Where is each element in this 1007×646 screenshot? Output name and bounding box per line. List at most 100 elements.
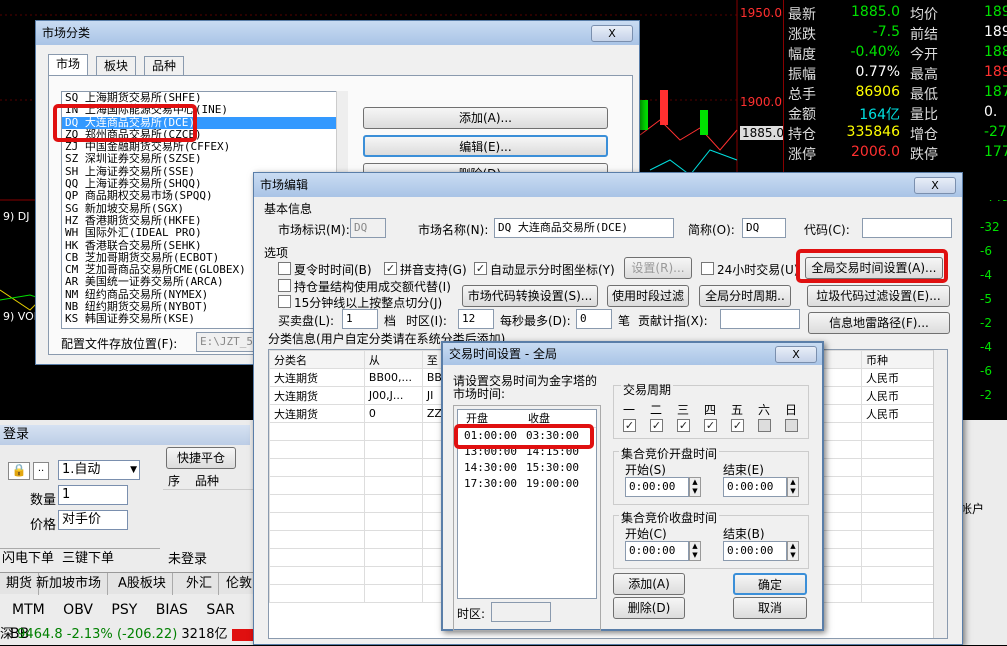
quote-panel: 最新 1885.0 均价 1891 涨跌 -7.5 前结 1892 幅度 -0.40% 今开 1888… xyxy=(783,0,1007,200)
tab-market[interactable]: 市场 xyxy=(48,54,89,75)
session-add-button[interactable]: 添加(A) xyxy=(613,573,685,595)
close-icon[interactable]: X xyxy=(591,25,633,42)
market-id-input[interactable]: DQ xyxy=(350,218,386,238)
list-item[interactable]: SZ 深圳证券交易所(SZSE) xyxy=(62,153,347,166)
class-table-scrollbar[interactable] xyxy=(933,350,947,638)
indicator-mtm[interactable]: MTM xyxy=(12,602,45,618)
auction-close-start-input[interactable]: 0:00:00 xyxy=(625,541,689,561)
market-name-label: 市场名称(N): xyxy=(418,223,489,237)
tab-flash-order[interactable]: 闪电下单 xyxy=(2,551,54,566)
quote-label: 最新 xyxy=(788,7,816,23)
quote-label-2: 量比 xyxy=(910,107,938,123)
day-checkbox[interactable] xyxy=(758,419,771,432)
auction-close-end-input[interactable]: 0:00:00 xyxy=(723,541,787,561)
day-checkbox[interactable]: ✓ xyxy=(731,419,744,432)
col-class-name[interactable]: 分类名 xyxy=(269,350,365,369)
config-path-input[interactable]: E:\JZT_51 xyxy=(196,332,256,352)
quote-value-2: 1888 xyxy=(984,44,1007,60)
session-delete-button[interactable]: 删除(D) xyxy=(613,597,685,619)
buysell-input[interactable]: 1 xyxy=(342,309,378,329)
quote-row: 涨停 2006.0 跌停 1779 xyxy=(788,144,1007,164)
session-open: 17:30:00 xyxy=(464,477,517,490)
add-button[interactable]: 添加(A)... xyxy=(363,107,608,129)
status-index-change: -2.13% xyxy=(66,627,113,642)
day-checkbox[interactable] xyxy=(785,419,798,432)
indicator-bias[interactable]: BIAS xyxy=(156,602,188,618)
session-row[interactable]: 14:30:00 15:30:00 xyxy=(458,460,596,476)
auto-coord-label: 自动显示分时图坐标(Y) xyxy=(490,263,615,277)
market-code-convert-button[interactable]: 市场代码转换设置(S)... xyxy=(462,285,598,307)
quote-label-2: 跌停 xyxy=(910,147,938,163)
contrib-input[interactable] xyxy=(720,309,800,329)
quote-label-2: 最低 xyxy=(910,87,938,103)
k15-checkbox[interactable] xyxy=(278,295,291,308)
indicator-psy[interactable]: PSY xyxy=(111,602,137,618)
short-name-label: 简称(O): xyxy=(688,223,735,237)
short-name-input[interactable]: DQ xyxy=(742,218,786,238)
tab-variety[interactable]: 品种 xyxy=(144,56,185,75)
auction-open-start-input[interactable]: 0:00:00 xyxy=(625,477,689,497)
qty-input[interactable]: 1 xyxy=(58,485,128,505)
order-mode-select[interactable]: 1.自动 ▼ xyxy=(58,460,140,480)
indicator-sar[interactable]: SAR xyxy=(206,602,234,618)
pinyin-checkbox[interactable]: ✓ xyxy=(384,262,397,275)
tab-a-share[interactable]: A股板块 xyxy=(112,573,173,595)
col-from[interactable]: 从 xyxy=(363,350,423,369)
edit-button[interactable]: 编辑(E)... xyxy=(363,135,608,157)
summer-time-checkbox[interactable] xyxy=(278,262,291,275)
use-period-filter-button[interactable]: 使用时段过滤 xyxy=(607,285,689,307)
close-icon[interactable]: X xyxy=(914,177,956,194)
market-name-input[interactable]: DQ 大连商品交易所(DCE) xyxy=(494,218,674,238)
quick-close-button[interactable]: 快捷平仓 xyxy=(166,447,236,469)
session-row[interactable]: 17:30:00 19:00:00 xyxy=(458,476,596,492)
quote-row: 幅度 -0.40% 今开 1888 xyxy=(788,44,1007,64)
tab-sector[interactable]: 板块 xyxy=(96,56,137,75)
tab-three-key[interactable]: 三键下单 xyxy=(62,551,114,566)
table-cell xyxy=(363,440,423,459)
more-button[interactable]: .. xyxy=(33,462,49,480)
hold-struct-label: 持仓量结构使用成交额代替(I) xyxy=(294,280,451,294)
max-per-sec-input[interactable]: 0 xyxy=(576,309,612,329)
tab-forex[interactable]: 外汇 xyxy=(180,573,220,595)
table-cell: BB00,... xyxy=(363,368,423,387)
auction-close-start-label: 开始(C) xyxy=(625,527,667,541)
quote-value-2: 1779 xyxy=(984,144,1007,160)
tab-singapore[interactable]: 新加坡市场 xyxy=(30,573,109,595)
spinner-icon[interactable]: ▲ ▼ xyxy=(787,477,799,497)
day-checkbox[interactable]: ✓ xyxy=(623,419,636,432)
timezone-input[interactable]: 12 xyxy=(458,309,494,329)
price-label-1900: 1900.0 xyxy=(740,95,782,109)
lock-icon[interactable]: 🔒 xyxy=(8,462,30,480)
col-currency[interactable]: 币种 xyxy=(861,350,934,369)
ok-button[interactable]: 确定 xyxy=(733,573,807,595)
day-label: 四 xyxy=(704,403,717,417)
spinner-icon[interactable]: ▲ ▼ xyxy=(689,477,701,497)
day-checkbox[interactable]: ✓ xyxy=(704,419,717,432)
info-mine-path-button[interactable]: 信息地雷路径(F)... xyxy=(808,312,950,334)
day-checkbox[interactable]: ✓ xyxy=(677,419,690,432)
cancel-button[interactable]: 取消 xyxy=(733,597,807,619)
quote-value: 0.77% xyxy=(855,64,900,80)
indicator-obv[interactable]: OBV xyxy=(63,602,93,618)
auction-open-end-input[interactable]: 0:00:00 xyxy=(723,477,787,497)
spinner-icon[interactable]: ▲ ▼ xyxy=(689,541,701,561)
code-input[interactable] xyxy=(862,218,952,238)
h24-checkbox[interactable] xyxy=(701,262,714,275)
table-cell: 人民币 xyxy=(861,368,934,387)
day-checkbox[interactable]: ✓ xyxy=(650,419,663,432)
quote-value: -0.40% xyxy=(850,44,900,60)
bi-label: 笔 xyxy=(618,314,631,328)
market-id-label: 市场标识(M): xyxy=(278,223,350,237)
setup-button[interactable]: 设置(R)... xyxy=(624,257,692,279)
auto-coord-checkbox[interactable]: ✓ xyxy=(474,262,487,275)
hold-struct-checkbox[interactable] xyxy=(278,279,291,292)
table-cell xyxy=(861,494,934,513)
pinyin-label: 拼音支持(G) xyxy=(400,263,467,277)
global-period-button[interactable]: 全局分时周期.. xyxy=(699,285,791,307)
spinner-icon[interactable]: ▲ ▼ xyxy=(787,541,799,561)
close-icon[interactable]: X xyxy=(775,346,817,363)
week-label: 交易周期 xyxy=(621,381,674,398)
tz-input[interactable] xyxy=(491,602,551,622)
price-input[interactable]: 对手价 xyxy=(58,510,128,530)
junk-code-filter-button[interactable]: 垃圾代码过滤设置(E)... xyxy=(807,285,950,307)
